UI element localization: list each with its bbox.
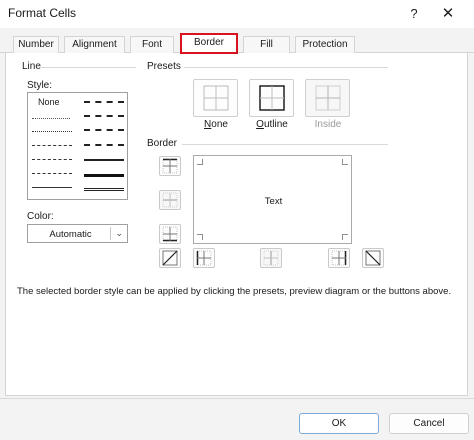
style-dash-dot-option[interactable] (32, 159, 72, 160)
border-description: The selected border style can be applied… (17, 286, 452, 297)
border-bottom-icon (162, 226, 178, 242)
preview-corner-mark (197, 234, 203, 240)
preset-none-label-rest: one (211, 119, 228, 130)
preset-outline-label-key: O (256, 119, 264, 130)
style-medium-dash-dot-option[interactable] (84, 129, 124, 131)
window-title: Format Cells (8, 6, 77, 20)
preview-text: Text (264, 196, 283, 207)
format-cells-dialog: Format Cells ? ✕ Number Alignment Font B… (0, 0, 474, 440)
presets-group-title: Presets (147, 61, 181, 72)
preset-outline-button[interactable] (249, 79, 294, 117)
style-hair-option[interactable] (32, 118, 70, 119)
border-right-button[interactable] (328, 248, 350, 268)
preview-corner-mark (342, 159, 348, 165)
style-dash-dot-dot-option[interactable] (32, 145, 72, 146)
border-diagonal-down-button[interactable] (362, 248, 384, 268)
preset-outline-icon (259, 85, 285, 111)
border-group-divider (182, 144, 388, 145)
tab-alignment[interactable]: Alignment (64, 36, 125, 53)
border-inside-horizontal-icon (162, 192, 178, 208)
preset-none-button[interactable] (193, 79, 238, 117)
preset-inside-button[interactable] (305, 79, 350, 117)
preset-none-label: None (186, 119, 246, 130)
preset-outline-label: Outline (242, 119, 302, 130)
style-slant-dash-dot-option[interactable] (84, 115, 124, 117)
style-medium-dashed-option[interactable] (84, 144, 124, 146)
border-right-icon (331, 250, 347, 266)
border-group-title: Border (147, 138, 178, 149)
border-diagonal-up-button[interactable] (159, 248, 181, 268)
style-medium-option[interactable] (84, 159, 124, 161)
style-none-option[interactable]: None (38, 97, 60, 107)
tab-protection[interactable]: Protection (295, 36, 355, 53)
style-double-option[interactable] (84, 188, 124, 192)
preset-outline-label-rest: utline (263, 119, 288, 130)
tab-number[interactable]: Number (13, 36, 59, 53)
presets-group-divider (184, 67, 388, 68)
border-inside-vertical-button[interactable] (260, 248, 282, 268)
color-value: Automatic (49, 229, 92, 240)
preset-inside-icon (315, 85, 341, 111)
diagonal-up-icon (162, 250, 178, 266)
border-inside-horizontal-button[interactable] (159, 190, 181, 210)
line-group-title: Line (22, 61, 41, 72)
cancel-button[interactable]: Cancel (389, 413, 469, 434)
tab-font[interactable]: Font (130, 36, 174, 53)
style-label: Style: (27, 80, 53, 91)
tab-border[interactable]: Border (180, 33, 238, 54)
preset-inside-label: Inside (314, 119, 342, 130)
style-dashed-option[interactable] (32, 173, 72, 174)
color-label: Color: (27, 211, 54, 222)
title-bar: Format Cells ? ✕ (0, 0, 474, 28)
style-thick-option[interactable] (84, 174, 124, 177)
help-icon[interactable]: ? (403, 3, 425, 25)
style-medium-dash-dot-dot-option[interactable] (84, 101, 124, 103)
border-left-icon (196, 250, 212, 266)
style-thin-option[interactable] (32, 187, 72, 188)
preview-corner-mark (197, 159, 203, 165)
preset-none-icon (203, 85, 229, 111)
border-top-button[interactable] (159, 156, 181, 176)
border-inside-vertical-icon (263, 250, 279, 266)
border-left-button[interactable] (193, 248, 215, 268)
diagonal-down-icon (365, 250, 381, 266)
preview-corner-mark (342, 234, 348, 240)
close-icon[interactable]: ✕ (437, 3, 459, 25)
style-dotted-option[interactable] (32, 131, 72, 132)
border-top-icon (162, 158, 178, 174)
line-group-divider (40, 67, 136, 68)
line-style-list[interactable]: None (27, 92, 128, 200)
ok-button[interactable]: OK (299, 413, 379, 434)
color-dropdown[interactable]: Automatic ⌄ (27, 224, 128, 243)
tab-fill[interactable]: Fill (243, 36, 290, 53)
border-bottom-button[interactable] (159, 224, 181, 244)
chevron-down-icon: ⌄ (115, 228, 123, 238)
border-preview-diagram[interactable]: Text (193, 155, 352, 244)
color-dropdown-divider (110, 227, 111, 240)
